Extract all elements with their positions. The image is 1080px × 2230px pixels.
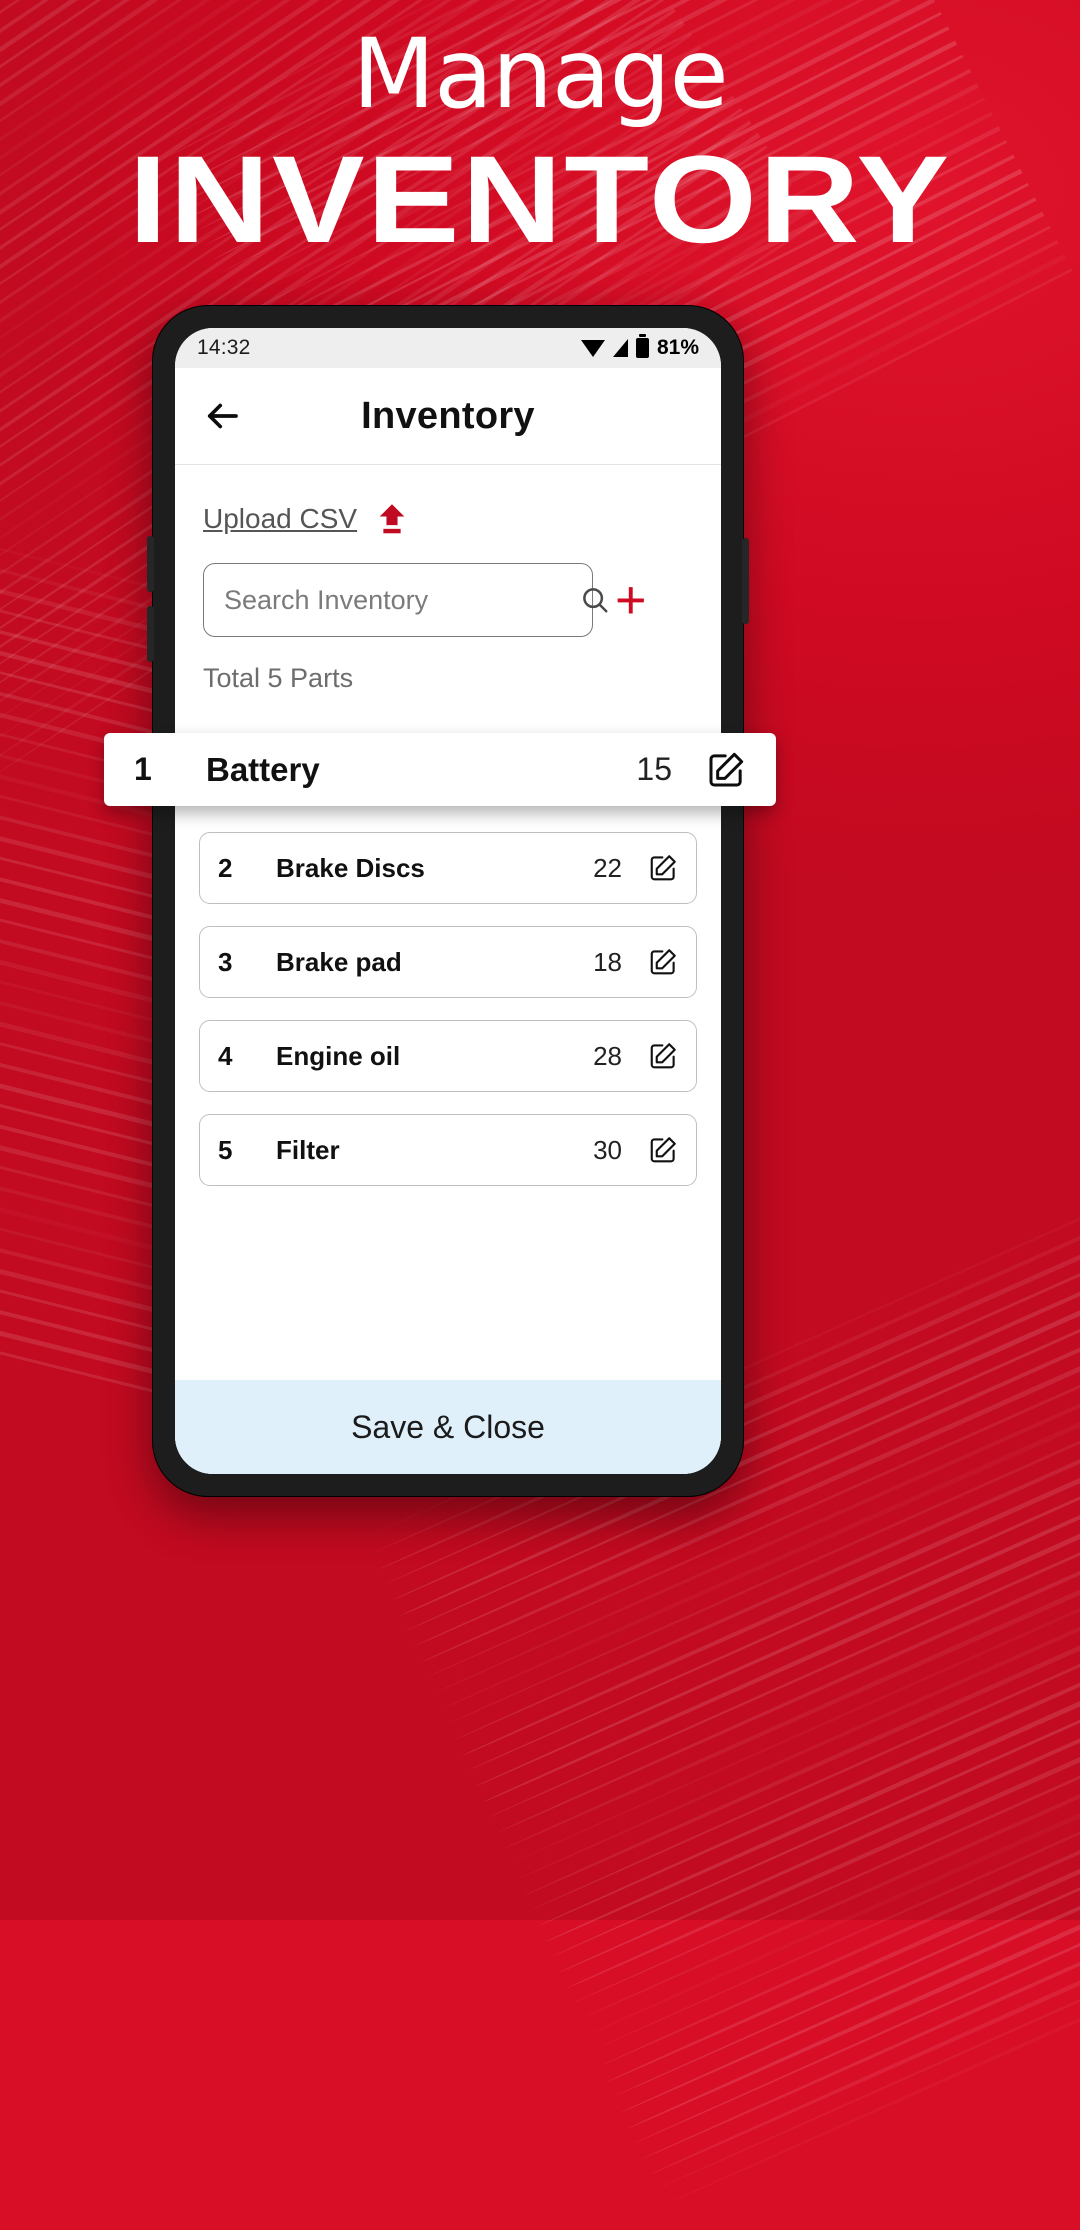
wifi-icon [580,339,605,357]
back-arrow-icon[interactable] [201,395,243,437]
volume-down-button[interactable] [147,606,154,662]
table-row[interactable]: 4 Engine oil 28 [199,1020,697,1092]
page-title: Inventory [361,394,535,437]
status-icons: 81% [580,334,699,360]
promo-headline: Manage INVENTORY [0,26,1080,262]
part-index: 4 [218,1040,233,1071]
headline-line-2: INVENTORY [128,131,952,269]
part-name: Brake pad [276,946,402,977]
edit-icon[interactable] [706,750,746,790]
headline-line-1: Manage [352,18,728,130]
table-row[interactable]: 2 Brake Discs 22 [199,832,697,904]
part-index: 2 [218,852,233,883]
part-name: Battery [206,750,320,788]
search-input[interactable] [222,583,580,617]
save-and-close-button[interactable]: Save & Close [175,1380,721,1474]
table-row[interactable]: 5 Filter 30 [199,1114,697,1186]
app-bar: Inventory [175,368,721,465]
upload-csv-link[interactable]: Upload CSV [203,503,357,535]
part-qty: 22 [593,852,622,883]
battery-percent: 81% [656,336,699,359]
upload-csv-row: Upload CSV [175,465,721,535]
part-name: Filter [276,1134,340,1165]
edit-icon[interactable] [648,947,678,977]
search-icon[interactable] [580,585,610,615]
status-time: 14:32 [197,336,251,359]
phone-mockup: 14:32 81% Inventory Upload CSV Search In… [147,305,749,1497]
signal-icon [612,339,628,357]
part-qty: 18 [593,946,622,977]
battery-icon [635,334,649,358]
add-part-button[interactable]: + [615,573,647,627]
part-name: Engine oil [276,1040,401,1071]
edit-icon[interactable] [648,1041,678,1071]
phone-screen: 14:32 81% Inventory Upload CSV Search In… [175,328,721,1474]
edit-icon[interactable] [648,853,678,883]
table-row-highlighted[interactable]: 1 Battery 15 [104,733,776,806]
part-qty: 30 [593,1134,622,1165]
part-qty: 15 [636,751,672,787]
part-name: Brake Discs [276,852,425,883]
upload-arrow-icon[interactable] [377,503,407,535]
status-bar: 14:32 81% [175,328,721,368]
part-index: 1 [134,751,152,787]
table-row[interactable]: 3 Brake pad 18 [199,926,697,998]
total-parts-label: Total 5 Parts [203,663,354,693]
inventory-body: Upload CSV + Total 5 Parts [175,465,721,1474]
power-button[interactable] [742,538,749,624]
volume-up-button[interactable] [147,536,154,592]
part-index: 3 [218,946,233,977]
search-box[interactable] [203,563,608,637]
search-row: + [175,535,721,637]
edit-icon[interactable] [648,1135,678,1165]
part-index: 5 [218,1134,233,1165]
part-qty: 28 [593,1040,622,1071]
